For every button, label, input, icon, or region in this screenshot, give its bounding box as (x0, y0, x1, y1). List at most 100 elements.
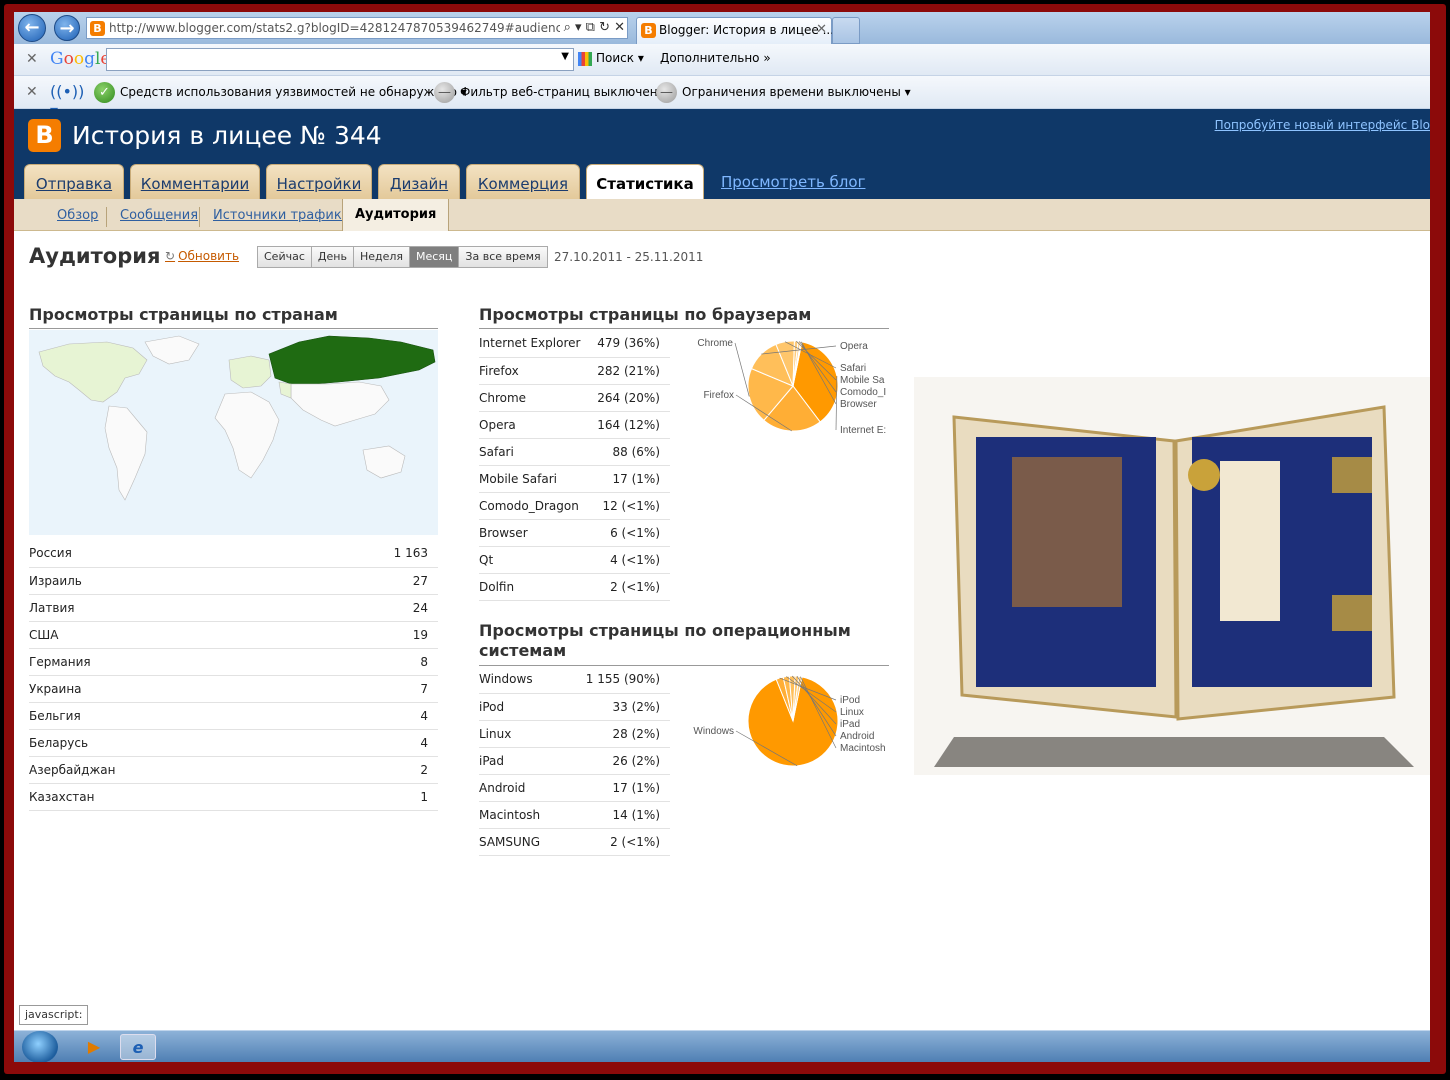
row-label: Украина (29, 675, 300, 703)
row-label: Comodo_Dragon (479, 492, 591, 520)
row-value: 88 (6%) (590, 438, 670, 466)
table-row: Windows 1 155 (90%) (479, 666, 670, 694)
asia (290, 381, 390, 427)
exploit-status[interactable]: ✓ Средств использования уязвимостей не об… (94, 81, 467, 103)
chevron-down-icon[interactable]: ▼ (561, 51, 569, 62)
browsers-table: Internet Explorer 479 (36%) Firefox 282 (21… (479, 330, 670, 601)
row-value: 6 (<1%) (590, 519, 670, 547)
disabled-icon: — (434, 82, 455, 103)
tab-monetize[interactable]: Коммерция (466, 164, 580, 199)
row-value: 19 (299, 621, 438, 649)
pie-label: Comodo_I (840, 387, 886, 398)
address-tools-icon[interactable]: ⌕ ▾ ⧉ ↻ ✕ (559, 18, 625, 38)
google-search-button[interactable]: Поиск ▾ (578, 51, 644, 66)
browsers-pie-chart[interactable]: Internet E: Firefox Chrome Opera SafariMobil… (676, 330, 890, 440)
pie-label: Mobile Sa (840, 375, 885, 386)
table-row: Азербайджан 2 (29, 756, 438, 784)
initial-letter (1188, 459, 1220, 491)
tab-comments[interactable]: Комментарии (130, 164, 260, 199)
tab-design[interactable]: Дизайн (378, 164, 460, 199)
range-day-button[interactable]: День (311, 247, 354, 267)
tab-posting[interactable]: Отправка (24, 164, 124, 199)
range-month-button[interactable]: Месяц (410, 247, 460, 267)
europe (228, 355, 272, 389)
row-label: iPad (479, 747, 560, 775)
refresh-label: Обновить (178, 249, 240, 263)
table-row: Бельгия 4 (29, 702, 438, 730)
row-label: Macintosh (479, 801, 560, 829)
tab-title: Blogger: История в лицее ... (659, 23, 835, 37)
os-pie-chart[interactable]: Windows iPodLinuxiPadAndroidMacintosh (676, 666, 890, 766)
subnav-audience[interactable]: Аудитория (342, 199, 450, 231)
date-range: 27.10.2011 - 25.11.2011 (554, 250, 704, 264)
time-limit-label: Ограничения времени выключены (682, 85, 901, 99)
book-shadow (934, 737, 1414, 767)
new-tab-button[interactable] (832, 17, 860, 44)
refresh-icon: ↻ (165, 249, 176, 263)
internet-explorer-icon[interactable]: e (120, 1034, 156, 1060)
russia (268, 335, 436, 385)
close-toolbar-icon[interactable]: ✕ (26, 51, 38, 67)
browser-window: ← → B http://www.blogger.com/stats2.g?bl… (14, 12, 1430, 1062)
time-limit-status[interactable]: — Ограничения времени выключены ▾ (656, 81, 911, 103)
google-search-input[interactable]: ▼ (106, 48, 574, 71)
disabled-icon: — (656, 82, 677, 103)
row-label: iPod (479, 693, 560, 721)
pie-label: Linux (840, 707, 864, 718)
table-row: Internet Explorer 479 (36%) (479, 330, 670, 358)
back-button[interactable]: ← (18, 14, 46, 42)
subnav-posts[interactable]: Сообщения (120, 208, 198, 223)
start-button[interactable] (22, 1031, 58, 1062)
pie-label: Firefox (703, 390, 734, 401)
countries-table: Россия 1 163 Израиль 27 Латвия 24 США 19 Германи… (29, 540, 438, 811)
row-value: 164 (12%) (590, 411, 670, 439)
row-label: Safari (479, 438, 591, 466)
pie-label: Chrome (697, 338, 733, 349)
search-label: Поиск (596, 51, 635, 65)
wifi-icon[interactable]: ((•)) ▾ (50, 82, 84, 120)
address-bar[interactable]: B http://www.blogger.com/stats2.g?blogID… (86, 17, 628, 39)
table-row: Qt 4 (<1%) (479, 546, 670, 574)
web-filter-status[interactable]: —Фильтр веб-страниц выключен ▾ (434, 81, 667, 103)
range-week-button[interactable]: Неделя (353, 247, 410, 267)
row-label: Германия (29, 648, 300, 676)
refresh-link[interactable]: ↻ Обновить (165, 249, 239, 263)
row-label: Бельгия (29, 702, 300, 730)
more-button[interactable]: Дополнительно » (660, 51, 771, 65)
row-label: Internet Explorer (479, 330, 591, 358)
pie-label: Android (840, 731, 874, 742)
table-row: iPad 26 (2%) (479, 747, 670, 775)
forward-button[interactable]: → (54, 15, 80, 41)
table-row: Browser 6 (<1%) (479, 519, 670, 547)
row-value: 26 (2%) (559, 747, 670, 775)
pie-label: iPod (840, 695, 860, 706)
row-value: 4 (<1%) (590, 546, 670, 574)
close-tab-icon[interactable]: ✕ (816, 18, 827, 42)
blogger-logo-icon[interactable]: B (28, 119, 61, 152)
pie-leader-line (734, 342, 750, 397)
security-toolbar: ✕ ((•)) ▾ ✓ Средств использования уязвимо… (14, 76, 1430, 120)
view-blog-link[interactable]: Просмотреть блог (721, 173, 865, 191)
table-row: Linux 28 (2%) (479, 720, 670, 748)
range-now-button[interactable]: Сейчас (258, 247, 312, 267)
google-icon (578, 51, 592, 66)
greenland (144, 335, 200, 365)
miniature-painting (1012, 457, 1122, 607)
media-player-icon[interactable]: ▶ (76, 1034, 112, 1060)
subnav-overview[interactable]: Обзор (57, 208, 98, 223)
exploit-status-label: Средств использования уязвимостей не обн… (120, 85, 457, 99)
world-map[interactable] (29, 330, 438, 535)
table-row: Mobile Safari 17 (1%) (479, 465, 670, 493)
subnav-traffic-sources[interactable]: Источники трафика (213, 208, 350, 223)
countries-table-body: Россия 1 163 Израиль 27 Латвия 24 США 19 Германи… (29, 540, 438, 811)
close-toolbar-icon[interactable]: ✕ (26, 84, 38, 100)
try-new-interface-link[interactable]: Попробуйте новый интерфейс Blo (1215, 118, 1430, 132)
section-rule (479, 328, 889, 329)
tab-stats[interactable]: Статистика (586, 164, 704, 199)
tab-settings[interactable]: Настройки (266, 164, 372, 199)
browser-tab-active[interactable]: B Blogger: История в лицее ... ✕ (636, 17, 835, 44)
row-value: 12 (<1%) (590, 492, 670, 520)
row-label: Qt (479, 546, 591, 574)
range-all-time-button[interactable]: За все время (459, 247, 547, 267)
blogger-header: B История в лицее № 344 Попробуйте новый… (14, 109, 1430, 199)
